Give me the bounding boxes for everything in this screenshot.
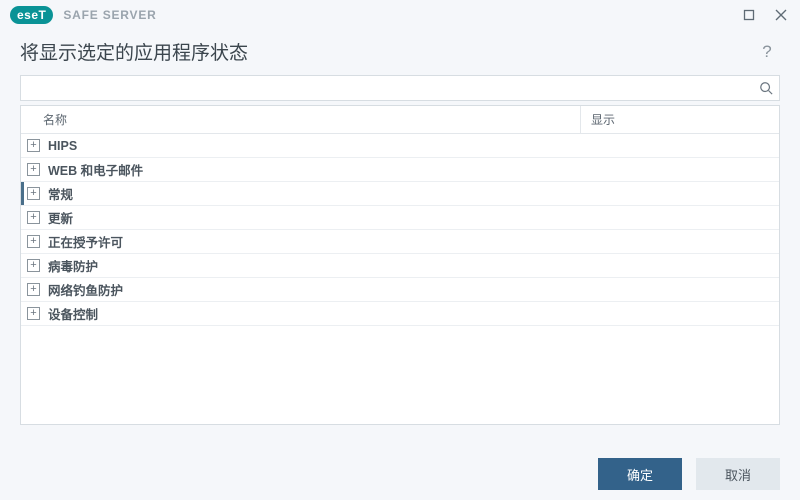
row-label: 设备控制	[48, 304, 98, 323]
page-title: 将显示选定的应用程序状态	[20, 38, 248, 65]
cancel-button[interactable]: 取消	[696, 458, 780, 490]
brand-text: SAFE SERVER	[63, 8, 156, 22]
brand-badge: eseT	[10, 6, 53, 24]
help-button[interactable]: ?	[756, 41, 778, 63]
expand-icon[interactable]: +	[27, 259, 40, 272]
table-row[interactable]: + 正在授予许可	[21, 230, 779, 254]
close-icon	[775, 9, 787, 21]
heading-row: 将显示选定的应用程序状态 ?	[0, 30, 800, 75]
row-label: 网络钓鱼防护	[48, 280, 123, 299]
search-button[interactable]	[753, 76, 779, 100]
expand-icon[interactable]: +	[27, 283, 40, 296]
titlebar: eseT SAFE SERVER	[0, 0, 800, 30]
expand-icon[interactable]: +	[27, 211, 40, 224]
footer: 确定 取消	[0, 448, 800, 500]
row-label: HIPS	[48, 139, 77, 153]
expand-icon[interactable]: +	[27, 187, 40, 200]
table-row[interactable]: + 更新	[21, 206, 779, 230]
table-row[interactable]: + HIPS	[21, 134, 779, 158]
row-label: 病毒防护	[48, 256, 98, 275]
search-input[interactable]	[21, 76, 753, 100]
content: 名称 显示 +HIPS+WEB 和电子邮件+常规+更新+正在授予许可+病毒防护+…	[0, 75, 800, 425]
expand-icon[interactable]: +	[27, 307, 40, 320]
search-row	[20, 75, 780, 101]
column-header-name[interactable]: 名称	[21, 106, 581, 133]
table-row[interactable]: + 设备控制	[21, 302, 779, 326]
row-label: WEB 和电子邮件	[48, 160, 143, 179]
search-icon	[759, 81, 773, 95]
row-label: 更新	[48, 208, 73, 227]
expand-icon[interactable]: +	[27, 235, 40, 248]
window-close-button[interactable]	[768, 3, 794, 27]
row-label: 常规	[48, 184, 73, 203]
table-body: + HIPS + WEB 和电子邮件 + 常规 + 更新 + 正在授予许可 + 病毒防护 + 网络钓鱼防护…	[21, 134, 779, 424]
column-header-show[interactable]: 显示	[581, 106, 779, 133]
ok-button[interactable]: 确定	[598, 458, 682, 490]
row-label: 正在授予许可	[48, 232, 123, 251]
table-row[interactable]: + 病毒防护	[21, 254, 779, 278]
square-icon	[743, 9, 755, 21]
status-table: 名称 显示 +HIPS+WEB 和电子邮件+常规+更新+正在授予许可+病毒防护+…	[20, 105, 780, 425]
table-row[interactable]: + WEB 和电子邮件	[21, 158, 779, 182]
table-row[interactable]: + 网络钓鱼防护	[21, 278, 779, 302]
window-maximize-button[interactable]	[736, 3, 762, 27]
table-header: 名称 显示	[21, 106, 779, 134]
window-controls	[736, 3, 794, 27]
expand-icon[interactable]: +	[27, 139, 40, 152]
expand-icon[interactable]: +	[27, 163, 40, 176]
table-row[interactable]: + 常规	[21, 182, 779, 206]
